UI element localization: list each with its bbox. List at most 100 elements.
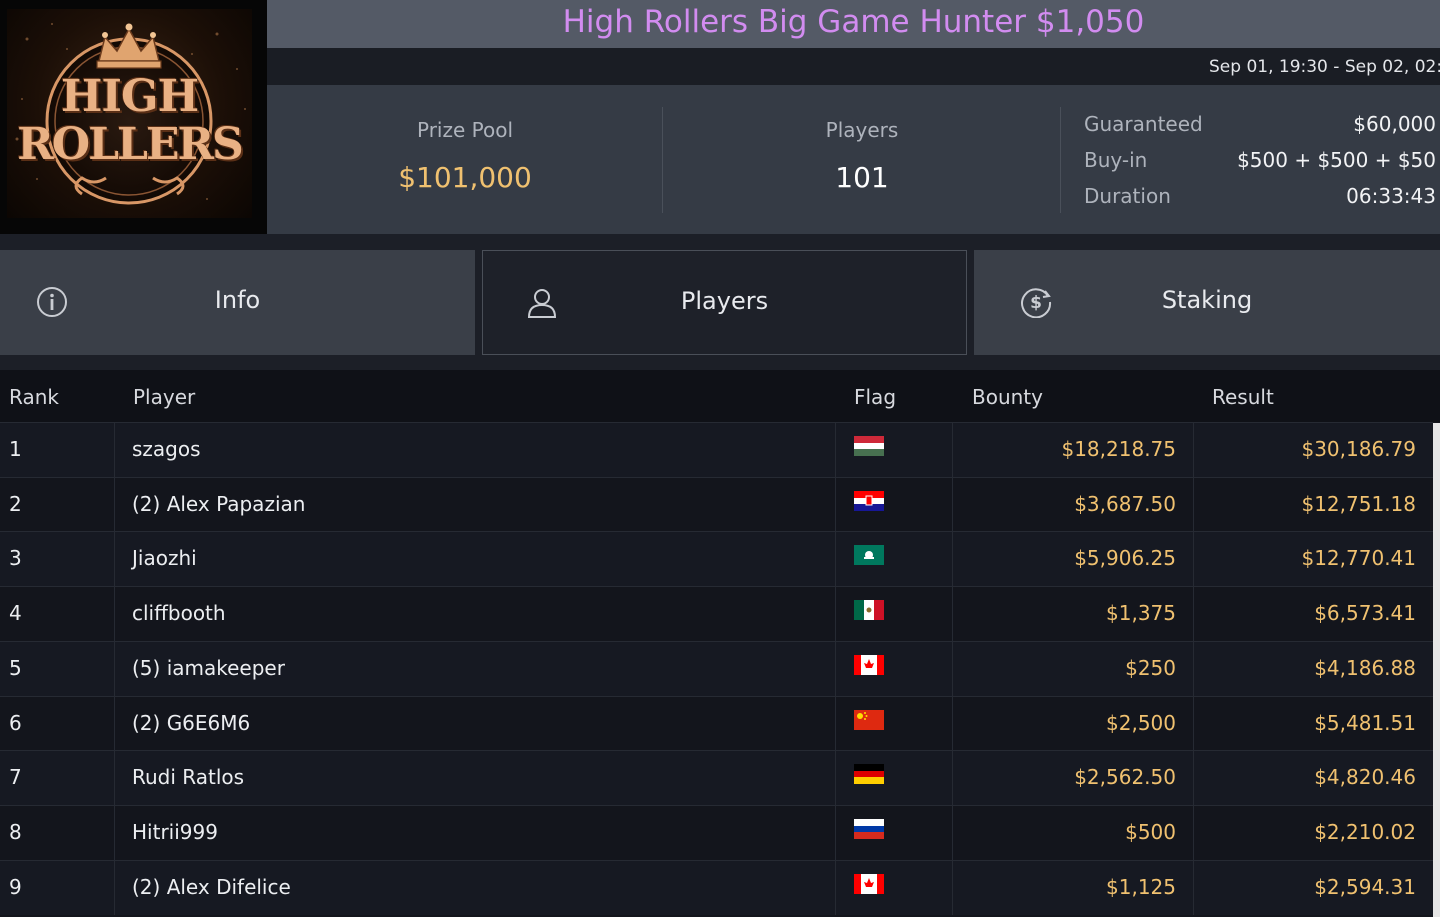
result-cell: $12,770.41	[1301, 546, 1416, 571]
column-divider	[1193, 532, 1194, 587]
rank-cell: 1	[9, 437, 22, 461]
china-flag-icon	[854, 709, 884, 730]
logo-text-rollers: ROLLERS	[17, 119, 244, 170]
date-range: Sep 01, 19:30 - Sep 02, 02:03	[1209, 57, 1440, 77]
player-name-cell[interactable]: (2) G6E6M6	[132, 711, 250, 735]
result-cell: $5,481.51	[1314, 710, 1416, 735]
players-value: 101	[835, 161, 889, 194]
prize-pool-label: Prize Pool	[416, 118, 514, 142]
prize-pool-value: $101,000	[398, 161, 532, 194]
player-name-cell[interactable]: cliffbooth	[132, 601, 226, 625]
column-divider	[835, 641, 836, 696]
players-stat: Players 101	[663, 85, 1061, 234]
tournament-logo: HIGH ROLLERS	[0, 0, 267, 234]
players-table: Rank Player Flag Bounty Result 1 szagos …	[0, 370, 1440, 917]
guaranteed-value: $60,000	[1353, 112, 1436, 136]
column-divider	[1193, 587, 1194, 642]
column-divider	[114, 860, 115, 915]
tab-players[interactable]: Players	[482, 250, 967, 355]
bounty-header[interactable]: Bounty	[972, 385, 1043, 409]
tab-info[interactable]: Info	[0, 250, 475, 355]
table-row[interactable]: 2 (2) Alex Papazian $3,687.50 $12,751.18	[0, 476, 1433, 532]
bounty-cell: $5,906.25	[1074, 546, 1176, 571]
table-row[interactable]: 5 (5) iamakeeper $250 $4,186.88	[0, 640, 1433, 696]
tab-staking-label: Staking	[1161, 286, 1253, 314]
column-divider	[1193, 423, 1194, 477]
table-row[interactable]: 7 Rudi Ratlos $2,562.50 $4,820.46	[0, 750, 1433, 806]
title-bar: High Rollers Big Game Hunter $1,050	[267, 0, 1440, 48]
bounty-cell: $2,500	[1106, 710, 1176, 735]
table-row[interactable]: 9 (2) Alex Difelice $1,125 $2,594.31	[0, 859, 1433, 915]
column-divider	[952, 477, 953, 532]
stats-divider	[1060, 107, 1061, 213]
column-divider	[952, 751, 953, 806]
result-cell: $2,594.31	[1314, 874, 1416, 899]
buy-in-value: $500 + $500 + $50	[1237, 148, 1436, 172]
column-divider	[114, 751, 115, 806]
column-divider	[952, 532, 953, 587]
stats-panel: Prize Pool $101,000 Players 101 Guarante…	[267, 85, 1440, 234]
result-cell: $30,186.79	[1301, 437, 1416, 461]
macau-flag-icon	[854, 545, 884, 566]
guaranteed-row: Guaranteed $60,000	[1084, 112, 1436, 142]
result-cell: $12,751.18	[1301, 491, 1416, 516]
table-header: Rank Player Flag Bounty Result	[0, 370, 1440, 422]
player-name-cell[interactable]: (2) Alex Papazian	[132, 492, 305, 516]
rank-cell: 7	[9, 765, 22, 790]
column-divider	[835, 805, 836, 860]
rank-cell: 5	[9, 655, 22, 680]
result-header[interactable]: Result	[1212, 385, 1274, 409]
duration-label: Duration	[1084, 184, 1171, 208]
player-name-cell[interactable]: Hitrii999	[132, 820, 218, 844]
column-divider	[835, 587, 836, 642]
column-divider	[114, 477, 115, 532]
tab-staking[interactable]: $ Staking	[974, 250, 1440, 355]
player-name-cell[interactable]: Rudi Ratlos	[132, 765, 244, 789]
scrollbar[interactable]	[1433, 423, 1440, 917]
duration-value: 06:33:43	[1346, 184, 1436, 208]
player-name-cell[interactable]: (2) Alex Difelice	[132, 875, 291, 899]
rank-header[interactable]: Rank	[9, 385, 59, 409]
column-divider	[1193, 751, 1194, 806]
canada-flag-icon	[854, 873, 884, 894]
prize-pool-stat: Prize Pool $101,000	[267, 85, 663, 234]
result-cell: $2,210.02	[1314, 819, 1416, 844]
table-row[interactable]: 3 Jiaozhi $5,906.25 $12,770.41	[0, 531, 1433, 587]
rank-cell: 8	[9, 819, 22, 844]
column-divider	[114, 532, 115, 587]
column-divider	[952, 641, 953, 696]
mexico-flag-icon	[854, 600, 884, 621]
bounty-cell: $2,562.50	[1074, 765, 1176, 790]
column-divider	[114, 587, 115, 642]
column-divider	[1193, 641, 1194, 696]
high-rollers-logo-image: HIGH ROLLERS	[7, 9, 252, 218]
croatia-flag-icon	[854, 490, 884, 511]
bounty-cell: $18,218.75	[1061, 437, 1176, 461]
date-bar: Sep 01, 19:30 - Sep 02, 02:03	[267, 48, 1440, 85]
column-divider	[835, 477, 836, 532]
flag-header[interactable]: Flag	[854, 385, 896, 409]
column-divider	[114, 423, 115, 477]
table-row[interactable]: 4 cliffbooth $1,375 $6,573.41	[0, 586, 1433, 642]
rank-cell: 4	[9, 601, 22, 626]
bounty-cell: $1,125	[1106, 874, 1176, 899]
player-header[interactable]: Player	[133, 385, 195, 409]
column-divider	[952, 587, 953, 642]
guaranteed-label: Guaranteed	[1084, 112, 1203, 136]
player-name-cell[interactable]: (5) iamakeeper	[132, 656, 285, 680]
player-name-cell[interactable]: Jiaozhi	[132, 546, 197, 570]
column-divider	[952, 860, 953, 915]
duration-row: Duration 06:33:43	[1084, 184, 1436, 214]
rank-cell: 6	[9, 710, 22, 735]
table-row[interactable]: 8 Hitrii999 $500 $2,210.02	[0, 804, 1433, 860]
table-row[interactable]: 1 szagos $18,218.75 $30,186.79	[0, 422, 1433, 477]
column-divider	[835, 532, 836, 587]
column-divider	[952, 805, 953, 860]
player-name-cell[interactable]: szagos	[132, 437, 201, 461]
bounty-cell: $3,687.50	[1074, 491, 1176, 516]
buy-in-label: Buy-in	[1084, 148, 1148, 172]
germany-flag-icon	[854, 764, 884, 785]
table-row[interactable]: 6 (2) G6E6M6 $2,500 $5,481.51	[0, 695, 1433, 751]
logo-text-high: HIGH	[60, 71, 199, 122]
column-divider	[835, 751, 836, 806]
